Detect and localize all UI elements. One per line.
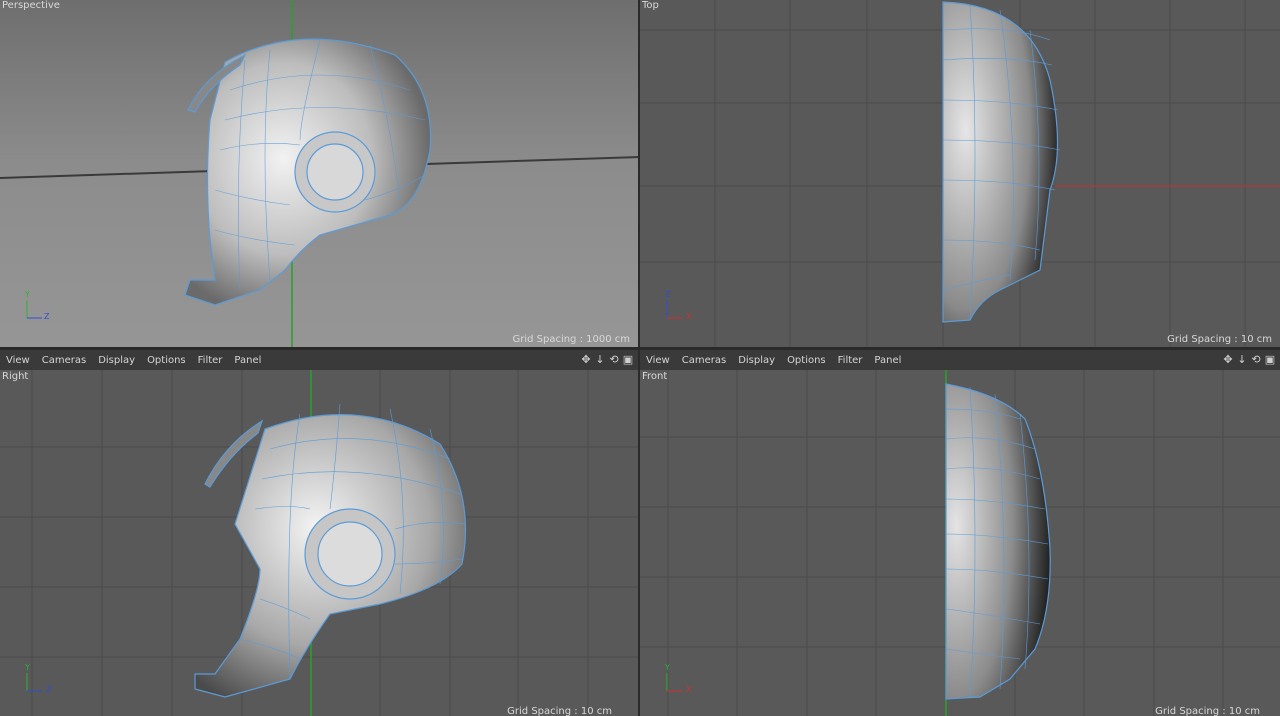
arrow-down-icon[interactable]: ↓ (594, 354, 606, 366)
axis-gizmo-perspective: Y Z (22, 290, 52, 324)
axis-label-z: Z (44, 312, 50, 321)
rotate-icon[interactable]: ⟲ (608, 354, 620, 366)
menu-cameras[interactable]: Cameras (36, 355, 92, 366)
arrow-down-icon[interactable]: ↓ (1236, 354, 1248, 366)
axis-label-z: Z (46, 685, 52, 694)
viewport-menubar-right: View Cameras Display Options Filter Pane… (0, 349, 638, 370)
menu-panel[interactable]: Panel (228, 355, 267, 366)
viewport-title-top: Top (642, 0, 659, 11)
menu-options[interactable]: Options (141, 355, 192, 366)
grid-spacing-perspective: Grid Spacing : 1000 cm (512, 334, 630, 345)
perspective-scene (0, 0, 638, 347)
axis-gizmo-top: Z X (662, 290, 694, 324)
axis-label-z: Z (665, 290, 671, 299)
maximize-icon[interactable]: ▣ (622, 354, 634, 366)
move-icon[interactable]: ✥ (1222, 354, 1234, 366)
menu-filter[interactable]: Filter (832, 355, 869, 366)
viewport-right[interactable]: View Cameras Display Options Filter Pane… (0, 349, 638, 716)
menu-cameras[interactable]: Cameras (676, 355, 732, 366)
axis-label-x: X (686, 312, 692, 321)
grid-spacing-front: Grid Spacing : 10 cm (1155, 706, 1260, 716)
axis-gizmo-right: Y Z (22, 663, 54, 697)
axis-label-x: X (686, 685, 692, 694)
maximize-icon[interactable]: ▣ (1264, 354, 1276, 366)
viewport-title-front: Front (642, 371, 668, 382)
helmet-wireframe-right (194, 414, 467, 698)
viewport-divider-horizontal[interactable] (0, 347, 1280, 349)
grid-spacing-right: Grid Spacing : 10 cm (507, 706, 612, 716)
rotate-icon[interactable]: ⟲ (1250, 354, 1262, 366)
menu-display[interactable]: Display (92, 355, 141, 366)
viewport-divider-vertical[interactable] (638, 0, 640, 716)
menu-view[interactable]: View (640, 355, 676, 366)
menu-panel[interactable]: Panel (868, 355, 907, 366)
menu-display[interactable]: Display (732, 355, 781, 366)
axis-label-y: Y (25, 290, 30, 299)
right-scene (0, 369, 638, 716)
axis-label-y: Y (25, 663, 30, 672)
viewport-menubar-front: View Cameras Display Options Filter Pane… (640, 349, 1280, 370)
front-scene (640, 369, 1280, 716)
menu-options[interactable]: Options (781, 355, 832, 366)
viewport-perspective[interactable]: Perspective Grid Spacing : 1000 cm Y Z (0, 0, 638, 347)
grid-spacing-top: Grid Spacing : 10 cm (1167, 334, 1272, 345)
viewport-title-perspective: Perspective (2, 0, 60, 11)
viewport-front[interactable]: View Cameras Display Options Filter Pane… (640, 349, 1280, 716)
viewport-top[interactable]: Top Grid Spacing : 10 cm Z X (640, 0, 1280, 347)
top-scene (640, 0, 1280, 347)
helmet-wireframe-top (942, 1, 1059, 323)
viewport-title-right: Right (2, 371, 29, 382)
axis-gizmo-front: Y X (662, 663, 694, 697)
move-icon[interactable]: ✥ (580, 354, 592, 366)
axis-label-y: Y (665, 663, 670, 672)
menu-filter[interactable]: Filter (192, 355, 229, 366)
menu-view[interactable]: View (0, 355, 36, 366)
